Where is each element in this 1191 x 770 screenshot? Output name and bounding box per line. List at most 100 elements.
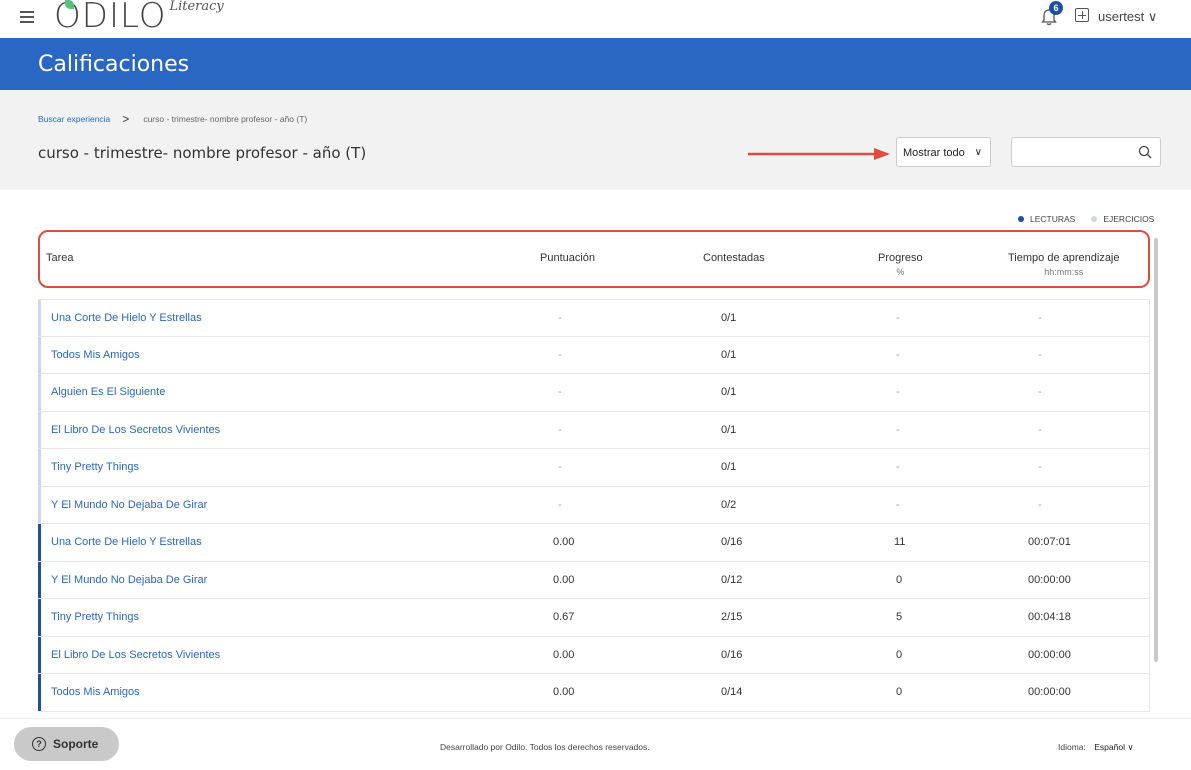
cell-score: 0.00 xyxy=(553,573,575,586)
cell-score: 0.67 xyxy=(553,611,575,623)
table-body: Una Corte De Hielo Y Estrellas - 0/1 - - Todo… xyxy=(38,299,1150,712)
filter-dropdown[interactable]: Mostrar todo ∨ xyxy=(896,137,991,167)
task-link[interactable]: Y El Mundo No Dejaba De Girar xyxy=(51,574,207,586)
column-header-answered[interactable]: Contestadas xyxy=(703,252,765,264)
cell-progress: 0 xyxy=(896,686,903,698)
grades-table: Tarea Puntuación Contestadas Progreso% T… xyxy=(38,230,1150,712)
cell-answered: 0/2 xyxy=(721,498,737,511)
cell-progress: - xyxy=(896,312,900,324)
table-row[interactable]: Tiny Pretty Things - 0/1 - - xyxy=(38,449,1150,487)
legend-label: EJERCICIOS xyxy=(1103,214,1155,224)
user-menu[interactable]: usertest ∨ xyxy=(1098,9,1157,25)
legend-dot-icon xyxy=(1018,216,1024,222)
cell-progress: 0 xyxy=(896,573,903,586)
task-link[interactable]: Una Corte De Hielo Y Estrellas xyxy=(51,312,202,324)
cell-learning-time: - xyxy=(1038,461,1042,473)
copyright-text: Desarrollado por Odilo. Todos los derech… xyxy=(440,742,650,752)
language-selector[interactable]: Idioma: Español ∨ xyxy=(1058,742,1134,753)
task-link[interactable]: El Libro De Los Secretos Vivientes xyxy=(51,424,220,436)
cell-answered: 0/1 xyxy=(721,461,737,473)
cell-progress: - xyxy=(896,498,900,511)
table-row[interactable]: El Libro De Los Secretos Vivientes 0.00 0/… xyxy=(38,636,1150,674)
legend-label: LECTURAS xyxy=(1030,214,1076,224)
search-box xyxy=(1011,137,1161,167)
table-row[interactable]: El Libro De Los Secretos Vivientes - 0/1 - - xyxy=(38,411,1150,449)
scrollbar[interactable] xyxy=(1154,238,1158,662)
row-type-indicator xyxy=(38,636,41,673)
cell-answered: 0/16 xyxy=(721,648,743,661)
hamburger-menu-icon[interactable] xyxy=(20,11,34,23)
task-link[interactable]: Alguien Es El Siguiente xyxy=(51,386,165,398)
odilo-logo[interactable]: ODILO Literacy xyxy=(54,0,224,37)
cell-learning-time: 00:04:18 xyxy=(1028,611,1071,623)
cell-answered: 0/12 xyxy=(721,573,743,586)
filter-selected-value: Mostrar todo xyxy=(903,147,965,159)
table-row[interactable]: Una Corte De Hielo Y Estrellas - 0/1 - - xyxy=(38,299,1150,337)
cell-progress: - xyxy=(896,386,900,398)
cell-progress: - xyxy=(896,461,900,473)
table-row[interactable]: Y El Mundo No Dejaba De Girar 0.00 0/12 0 00… xyxy=(38,561,1150,599)
cell-learning-time: 00:00:00 xyxy=(1028,648,1071,661)
row-type-indicator xyxy=(38,674,41,711)
task-link[interactable]: Todos Mis Amigos xyxy=(51,349,140,361)
cell-score: - xyxy=(558,386,562,398)
column-header-task[interactable]: Tarea xyxy=(46,252,74,264)
row-type-indicator xyxy=(38,449,41,486)
breadcrumb-current: curso - trimestre- nombre profesor - año… xyxy=(143,114,308,124)
leaf-icon xyxy=(65,0,74,9)
legend-dot-icon xyxy=(1091,216,1098,222)
cell-answered: 2/15 xyxy=(721,611,743,623)
help-icon: ? xyxy=(32,737,46,751)
column-header-learning-time[interactable]: Tiempo de aprendizaje hh:mm:ss xyxy=(1008,252,1120,277)
breadcrumb-separator-icon: > xyxy=(122,112,130,126)
cell-score: 0.00 xyxy=(553,686,575,698)
task-link[interactable]: El Libro De Los Secretos Vivientes xyxy=(51,649,220,661)
cell-progress: 0 xyxy=(896,648,903,661)
cell-learning-time: 00:00:00 xyxy=(1028,686,1071,698)
support-button[interactable]: ? Soporte xyxy=(14,727,119,761)
row-type-indicator xyxy=(38,524,41,561)
table-row[interactable]: Todos Mis Amigos 0.00 0/14 0 00:00:00 xyxy=(38,674,1150,712)
cell-learning-time: - xyxy=(1038,386,1042,398)
cell-score: - xyxy=(558,498,562,511)
task-link[interactable]: Tiny Pretty Things xyxy=(51,611,139,623)
column-header-progress[interactable]: Progreso% xyxy=(878,252,923,277)
task-link[interactable]: Y El Mundo No Dejaba De Girar xyxy=(51,499,207,511)
table-row[interactable]: Todos Mis Amigos - 0/1 - - xyxy=(38,336,1150,374)
cell-answered: 0/16 xyxy=(721,536,743,548)
table-row[interactable]: Tiny Pretty Things 0.67 2/15 5 00:04:18 xyxy=(38,599,1150,637)
row-type-indicator xyxy=(38,336,41,373)
search-input[interactable] xyxy=(1018,138,1136,166)
cell-learning-time: 00:07:01 xyxy=(1028,536,1071,548)
cell-learning-time: - xyxy=(1038,423,1042,436)
row-type-indicator xyxy=(38,411,41,448)
legend-item-ejercicios[interactable]: EJERCICIOS xyxy=(1091,214,1154,224)
chevron-down-icon: ∨ xyxy=(974,147,982,158)
legend-item-lecturas[interactable]: LECTURAS xyxy=(1018,214,1075,224)
cell-progress: - xyxy=(896,423,900,436)
experience-title: curso - trimestre- nombre profesor - año… xyxy=(38,144,367,162)
table-header-row: Tarea Puntuación Contestadas Progreso% T… xyxy=(38,230,1150,288)
language-value[interactable]: Español ∨ xyxy=(1094,742,1133,752)
add-icon[interactable] xyxy=(1075,8,1089,22)
cell-score: - xyxy=(558,312,562,324)
language-label: Idioma: xyxy=(1058,742,1086,752)
search-icon[interactable] xyxy=(1138,145,1152,159)
table-row[interactable]: Y El Mundo No Dejaba De Girar - 0/2 - - xyxy=(38,486,1150,524)
page-title: Calificaciones xyxy=(38,52,190,77)
logo-text: ODILO xyxy=(54,0,167,36)
column-header-score[interactable]: Puntuación xyxy=(540,252,595,264)
top-navbar: ODILO Literacy 6 usertest ∨ xyxy=(0,0,1191,38)
chart-legend: LECTURAS EJERCICIOS xyxy=(1018,214,1154,224)
table-row[interactable]: Una Corte De Hielo Y Estrellas 0.00 0/16 11… xyxy=(38,524,1150,562)
cell-score: 0.00 xyxy=(553,648,575,661)
cell-score: 0.00 xyxy=(553,536,575,548)
task-link[interactable]: Tiny Pretty Things xyxy=(51,461,139,473)
breadcrumb-link-search-experience[interactable]: Buscar experiencia xyxy=(38,114,110,124)
task-link[interactable]: Todos Mis Amigos xyxy=(51,686,140,698)
task-link[interactable]: Una Corte De Hielo Y Estrellas xyxy=(51,536,202,548)
cell-progress: - xyxy=(896,348,900,361)
table-row[interactable]: Alguien Es El Siguiente - 0/1 - - xyxy=(38,374,1150,412)
row-type-indicator xyxy=(38,374,41,411)
page-header: Calificaciones xyxy=(0,38,1191,90)
